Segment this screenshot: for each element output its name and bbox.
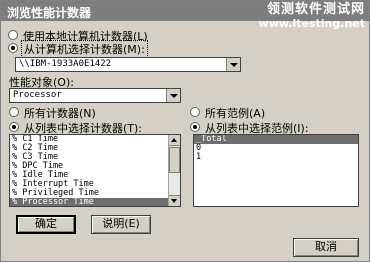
radio-select-computer[interactable] [8, 43, 18, 53]
title-bar[interactable]: 浏览性能计数器 领测软件测试网 www.ltesting.net [1, 1, 369, 30]
label-select-computer[interactable]: 从计算机选择计数器(M): [21, 40, 148, 58]
watermark-line-1: 领测软件测试网 [266, 2, 365, 17]
chevron-down-icon[interactable] [226, 58, 240, 71]
radio-all-counters[interactable] [9, 107, 19, 117]
radio-list-instances[interactable] [190, 122, 200, 132]
radio-all-instances[interactable] [190, 107, 200, 117]
cancel-button[interactable]: 取消 [293, 238, 359, 257]
label-all-instances[interactable]: 所有范例(A) [205, 105, 265, 121]
ok-button[interactable]: 确定 [16, 215, 76, 234]
counters-listbox[interactable]: % C1 Time % C2 Time % C3 Time % DPC Time… [9, 134, 181, 207]
computer-combobox[interactable]: \\IBM-1933A0E1422 [15, 57, 241, 72]
explain-button[interactable]: 说明(E) [91, 215, 151, 234]
list-item[interactable]: 1 [194, 153, 358, 162]
performance-object-combobox[interactable]: Processor [9, 88, 181, 103]
list-item-selected[interactable]: _Total [194, 135, 358, 144]
chevron-down-icon[interactable] [166, 89, 180, 102]
list-item-selected[interactable]: % Processor Time [10, 198, 180, 206]
radio-local-computer[interactable] [8, 30, 18, 40]
window-title: 浏览性能计数器 [7, 6, 92, 20]
watermark-line-2: www.ltesting.net [258, 17, 365, 30]
radio-list-counters[interactable] [9, 122, 19, 132]
instances-listbox[interactable]: _Total 0 1 [193, 134, 359, 207]
label-all-counters[interactable]: 所有计数器(N) [24, 105, 96, 121]
scroll-thumb[interactable] [169, 147, 180, 173]
scroll-up-arrow-icon[interactable] [169, 135, 180, 146]
list-item[interactable]: 0 [194, 144, 358, 153]
scroll-down-arrow-icon[interactable] [169, 195, 180, 206]
watermark: 领测软件测试网 www.ltesting.net [259, 3, 365, 31]
browse-performance-counters-dialog: 浏览性能计数器 领测软件测试网 www.ltesting.net 使用本地计算机… [0, 0, 370, 262]
vertical-scrollbar[interactable] [168, 135, 180, 206]
computer-value: \\IBM-1933A0E1422 [19, 59, 112, 69]
performance-object-value: Processor [13, 90, 62, 100]
